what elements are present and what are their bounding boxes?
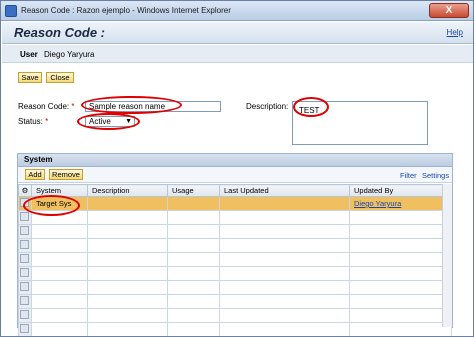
col-updated-by[interactable]: Updated By — [349, 184, 452, 197]
help-link[interactable]: Help — [447, 28, 463, 37]
row-selector[interactable] — [18, 224, 32, 239]
browser-window: Reason Code : Razon ejemplo - Windows In… — [0, 0, 474, 337]
user-name: Diego Yaryura — [44, 50, 95, 59]
system-panel: System Add Remove Filter Settings ⚙ Syst… — [17, 153, 453, 336]
row-selector[interactable] — [18, 196, 32, 211]
table-row[interactable] — [18, 238, 452, 253]
row-selector[interactable] — [18, 238, 32, 253]
system-toolbar: Add Remove Filter Settings — [18, 167, 452, 183]
reason-code-label: Reason Code: * — [18, 102, 75, 111]
table-row[interactable] — [18, 252, 452, 267]
save-button[interactable]: Save — [18, 72, 42, 83]
row-selector[interactable] — [18, 210, 32, 225]
col-usage[interactable]: Usage — [167, 184, 220, 197]
chevron-down-icon: ▼ — [125, 118, 132, 125]
filter-link[interactable]: Filter — [400, 171, 417, 180]
table-row[interactable]: Target Sys Diego Yaryura — [18, 196, 452, 211]
table-row[interactable] — [18, 294, 452, 309]
table-scrollbar[interactable] — [442, 184, 452, 327]
status-value: Active — [89, 117, 111, 126]
user-label: User — [20, 50, 38, 59]
reason-code-input[interactable]: Sample reason name — [85, 101, 221, 112]
table-row[interactable] — [18, 266, 452, 281]
remove-button[interactable]: Remove — [49, 169, 83, 180]
ie-icon — [5, 5, 17, 17]
cell-description — [87, 196, 168, 211]
row-selector[interactable] — [18, 280, 32, 295]
row-selector[interactable] — [18, 322, 32, 336]
table-row[interactable] — [18, 308, 452, 323]
updated-by-link[interactable]: Diego Yaryura — [354, 199, 401, 208]
row-selector[interactable] — [18, 308, 32, 323]
settings-link[interactable]: Settings — [422, 171, 449, 180]
status-label: Status: * — [18, 117, 49, 126]
page-title: Reason Code : — [14, 25, 106, 40]
cell-usage — [167, 196, 220, 211]
table-row[interactable] — [18, 322, 452, 336]
system-table: ⚙ System Description Usage Last Updated … — [18, 184, 452, 336]
table-row[interactable] — [18, 280, 452, 295]
row-selector[interactable] — [18, 266, 32, 281]
page-header: Reason Code : Help — [2, 22, 473, 44]
cell-last-updated — [219, 196, 350, 211]
table-settings-icon[interactable]: ⚙ — [18, 184, 32, 197]
window-close-button[interactable]: X — [429, 3, 469, 18]
description-textarea[interactable]: TEST — [292, 101, 428, 145]
col-system[interactable]: System — [31, 184, 88, 197]
table-row[interactable] — [18, 224, 452, 239]
col-last-updated[interactable]: Last Updated — [219, 184, 350, 197]
cell-system: Target Sys — [31, 196, 88, 211]
table-header-row: ⚙ System Description Usage Last Updated … — [18, 184, 452, 197]
row-selector[interactable] — [18, 294, 32, 309]
col-description[interactable]: Description — [87, 184, 168, 197]
user-bar: User Diego Yaryura — [2, 45, 473, 63]
status-select[interactable]: Active ▼ — [85, 116, 135, 127]
row-selector[interactable] — [18, 252, 32, 267]
description-label: Description: — [246, 102, 289, 111]
table-row[interactable] — [18, 210, 452, 225]
window-title: Reason Code : Razon ejemplo - Windows In… — [21, 6, 231, 15]
title-bar: Reason Code : Razon ejemplo - Windows In… — [1, 1, 473, 21]
add-button[interactable]: Add — [25, 169, 45, 180]
close-button[interactable]: Close — [46, 72, 74, 83]
system-panel-title: System — [18, 154, 452, 167]
cell-updated-by: Diego Yaryura — [349, 196, 452, 211]
